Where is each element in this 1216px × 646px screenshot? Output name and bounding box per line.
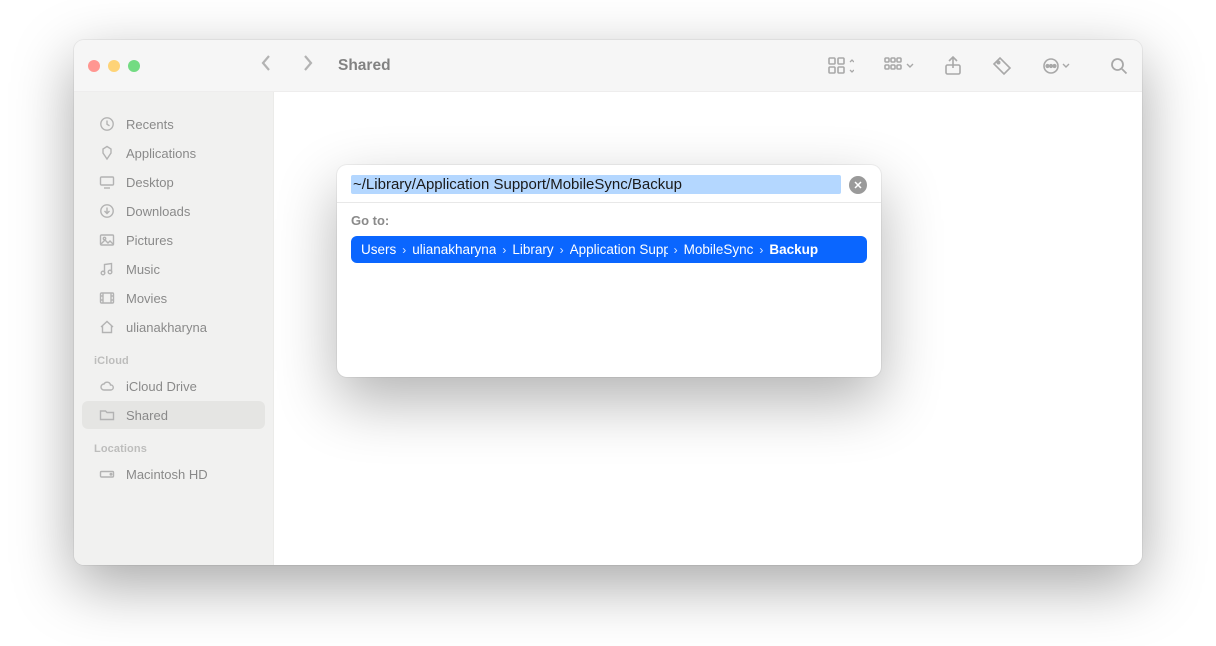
goto-path-input[interactable]: ~/Library/Application Support/MobileSync… bbox=[351, 175, 841, 194]
forward-button[interactable] bbox=[300, 54, 314, 77]
path-segment: Application Support bbox=[570, 242, 668, 257]
goto-input-row: ~/Library/Application Support/MobileSync… bbox=[337, 165, 881, 203]
sidebar-item-label: Macintosh HD bbox=[126, 467, 208, 482]
back-button[interactable] bbox=[260, 54, 274, 77]
sidebar-item-recents[interactable]: Recents bbox=[82, 110, 265, 138]
sidebar-item-label: Pictures bbox=[126, 233, 173, 248]
sidebar-item-label: Desktop bbox=[126, 175, 174, 190]
tag-button[interactable] bbox=[992, 56, 1012, 76]
disk-icon bbox=[98, 465, 116, 483]
path-segment: Backup bbox=[769, 242, 818, 257]
chevron-right-icon: › bbox=[560, 243, 564, 257]
group-button[interactable] bbox=[884, 57, 914, 75]
toolbar bbox=[828, 56, 1128, 76]
sidebar-item-applications[interactable]: Applications bbox=[82, 139, 265, 167]
desktop-icon bbox=[98, 173, 116, 191]
close-button[interactable] bbox=[88, 60, 100, 72]
path-suggestion[interactable]: Users › ulianakharyna › Library › Applic… bbox=[351, 236, 867, 263]
view-mode-button[interactable] bbox=[828, 57, 854, 75]
sidebar-item-label: Applications bbox=[126, 146, 196, 161]
sidebar-item-label: Downloads bbox=[126, 204, 190, 219]
clock-icon bbox=[98, 115, 116, 133]
movies-icon bbox=[98, 289, 116, 307]
sidebar-heading-icloud: iCloud bbox=[74, 349, 273, 371]
path-segment: Users bbox=[361, 242, 396, 257]
goto-body: Go to: Users › ulianakharyna › Library ›… bbox=[337, 203, 881, 273]
goto-label: Go to: bbox=[351, 213, 867, 228]
titlebar: Shared bbox=[74, 40, 1142, 92]
home-icon bbox=[98, 318, 116, 336]
clear-button[interactable] bbox=[849, 176, 867, 194]
chevron-right-icon: › bbox=[502, 243, 506, 257]
sidebar-item-label: Music bbox=[126, 262, 160, 277]
sidebar-item-desktop[interactable]: Desktop bbox=[82, 168, 265, 196]
action-button[interactable] bbox=[1042, 57, 1070, 75]
sidebar-item-label: ulianakharyna bbox=[126, 320, 207, 335]
sidebar-item-label: Recents bbox=[126, 117, 174, 132]
sidebar-item-icloud-drive[interactable]: iCloud Drive bbox=[82, 372, 265, 400]
path-segment: ulianakharyna bbox=[412, 242, 496, 257]
music-icon bbox=[98, 260, 116, 278]
sidebar-heading-locations: Locations bbox=[74, 437, 273, 459]
sidebar-item-shared[interactable]: Shared bbox=[82, 401, 265, 429]
sidebar-item-label: iCloud Drive bbox=[126, 379, 197, 394]
nav-arrows bbox=[260, 54, 314, 77]
sidebar-item-home[interactable]: ulianakharyna bbox=[82, 313, 265, 341]
sidebar-item-label: Shared bbox=[126, 408, 168, 423]
window-title: Shared bbox=[338, 57, 391, 75]
sidebar-item-label: Movies bbox=[126, 291, 167, 306]
sidebar-item-music[interactable]: Music bbox=[82, 255, 265, 283]
sidebar: Recents Applications Desktop Downloads P… bbox=[74, 92, 274, 565]
minimize-button[interactable] bbox=[108, 60, 120, 72]
share-button[interactable] bbox=[944, 56, 962, 76]
path-segment: MobileSync bbox=[684, 242, 754, 257]
sidebar-item-downloads[interactable]: Downloads bbox=[82, 197, 265, 225]
maximize-button[interactable] bbox=[128, 60, 140, 72]
chevron-right-icon: › bbox=[674, 243, 678, 257]
download-icon bbox=[98, 202, 116, 220]
goto-folder-dialog: ~/Library/Application Support/MobileSync… bbox=[337, 165, 881, 377]
app-icon bbox=[98, 144, 116, 162]
traffic-lights bbox=[88, 60, 140, 72]
sidebar-item-pictures[interactable]: Pictures bbox=[82, 226, 265, 254]
search-button[interactable] bbox=[1110, 57, 1128, 75]
sidebar-item-movies[interactable]: Movies bbox=[82, 284, 265, 312]
path-segment: Library bbox=[512, 242, 553, 257]
cloud-icon bbox=[98, 377, 116, 395]
chevron-right-icon: › bbox=[759, 243, 763, 257]
pictures-icon bbox=[98, 231, 116, 249]
sidebar-item-macintosh-hd[interactable]: Macintosh HD bbox=[82, 460, 265, 488]
folder-icon bbox=[98, 406, 116, 424]
chevron-right-icon: › bbox=[402, 243, 406, 257]
